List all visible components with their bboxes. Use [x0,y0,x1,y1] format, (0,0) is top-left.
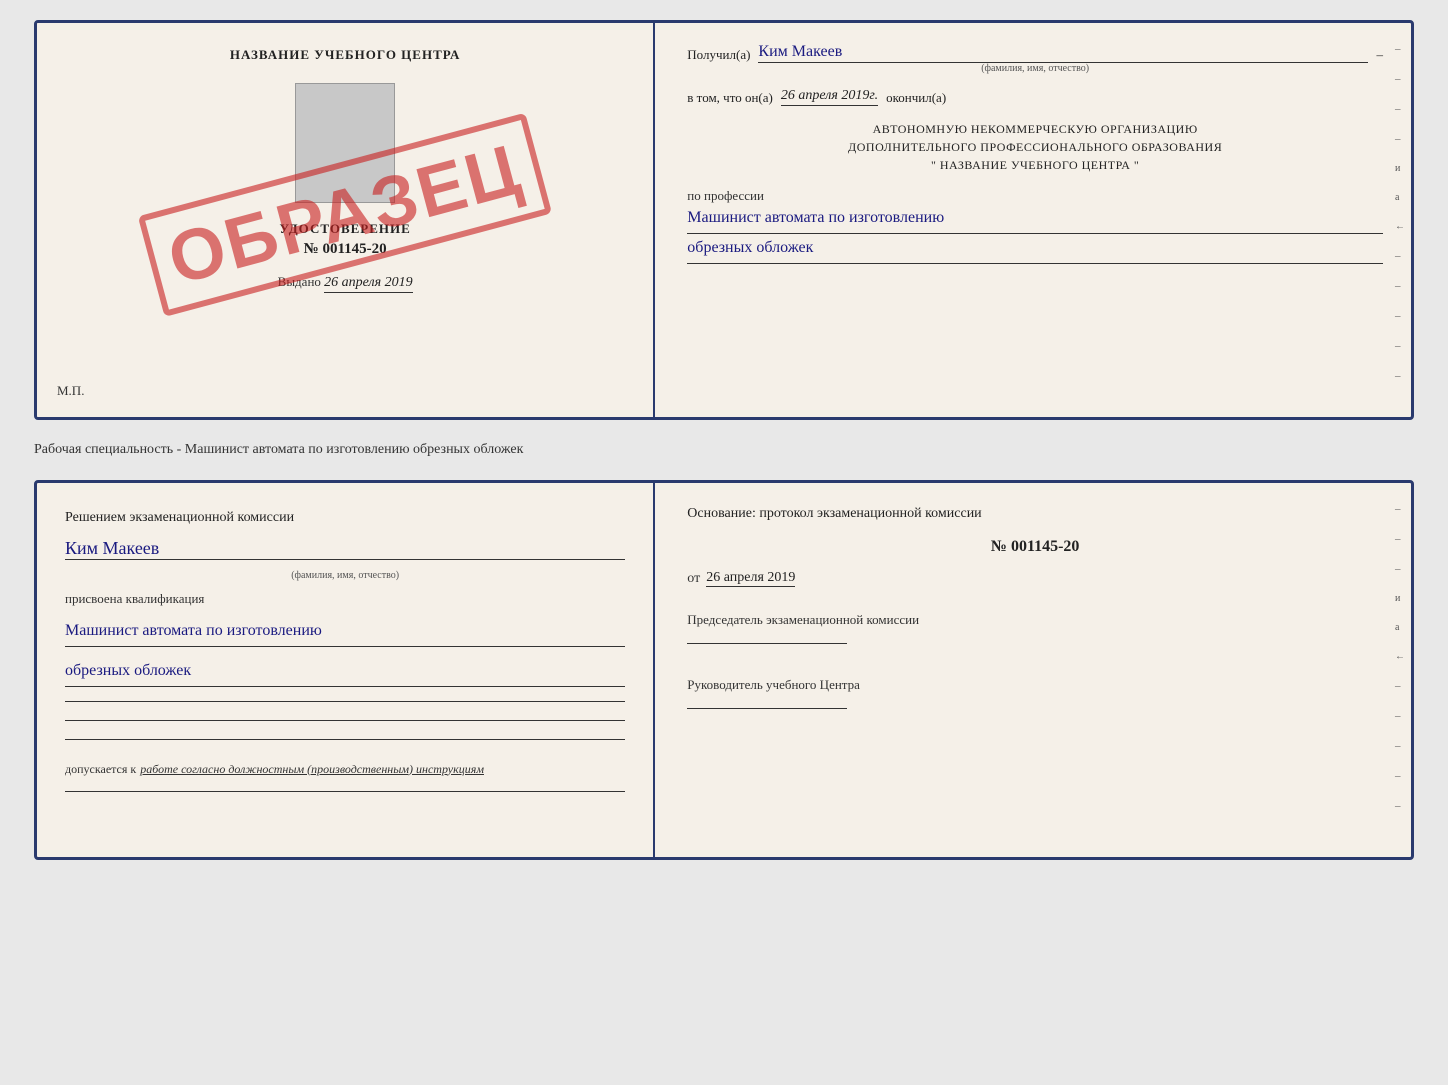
qual-director-sign [687,708,847,709]
qual-prof-line2: обрезных обложек [65,657,625,687]
cert-issued-label: Выдано 26 апреля 2019 [278,274,413,291]
qual-chairman-sign [687,643,847,644]
cert-left-panel: НАЗВАНИЕ УЧЕБНОГО ЦЕНТРА УДОСТОВЕРЕНИЕ №… [37,23,655,417]
qual-chairman-group: Председатель экзаменационной комиссии [687,611,1383,648]
qual-line3 [65,739,625,740]
cert-mp: М.П. [57,383,84,399]
qual-side-dashes: – – – и а ← – – – – – [1389,483,1411,832]
qual-director-label: Руководитель учебного Центра [687,676,1383,694]
qual-date-row: от 26 апреля 2019 [687,570,1383,587]
cert-issued-date: 26 апреля 2019 [324,275,412,293]
cert-school-title: НАЗВАНИЕ УЧЕБНОГО ЦЕНТРА [230,47,461,63]
qual-perm-line [65,791,625,792]
qual-protocol-number: № 001145-20 [687,538,1383,556]
documents-container: НАЗВАНИЕ УЧЕБНОГО ЦЕНТРА УДОСТОВЕРЕНИЕ №… [34,20,1414,860]
qual-line1 [65,701,625,702]
qual-permission-text: допускается к [65,762,136,777]
cert-date-row: в том, что он(а) 26 апреля 2019г. окончи… [687,88,1383,106]
qual-assigned-label: присвоена квалификация [65,591,625,607]
cert-right-panel: Получил(а) Ким Макеев – (фамилия, имя, о… [655,23,1411,417]
cert-side-dashes: – – – – и а ← – – – – – [1389,23,1411,402]
cert-profession-label: по профессии [687,188,1383,204]
qual-name-subtext: (фамилия, имя, отчество) [65,570,625,581]
cert-photo [295,83,395,203]
cert-received-group: Получил(а) Ким Макеев – (фамилия, имя, о… [687,43,1383,74]
cert-date-value: 26 апреля 2019г. [781,88,878,106]
qual-basis-label: Основание: протокол экзаменационной коми… [687,503,1383,524]
qual-right-panel: Основание: протокол экзаменационной коми… [655,483,1411,857]
qual-permission-italic: работе согласно должностным (производств… [140,762,484,777]
qual-left-panel: Решением экзаменационной комиссии Ким Ма… [37,483,655,857]
qual-permission-row: допускается к работе согласно должностны… [65,762,625,777]
cert-number: № 001145-20 [304,241,387,258]
cert-dash: – [1376,47,1383,63]
qual-director-group: Руководитель учебного Центра [687,676,1383,713]
cert-profession-group: по профессии Машинист автомата по изгото… [687,188,1383,264]
cert-org-text: АВТОНОМНУЮ НЕКОММЕРЧЕСКУЮ ОРГАНИЗАЦИЮ ДО… [687,120,1383,174]
qualification-document: Решением экзаменационной комиссии Ким Ма… [34,480,1414,860]
cert-received-label: Получил(а) [687,47,750,63]
qual-decision-label: Решением экзаменационной комиссии [65,507,625,528]
qual-date-prefix: от [687,571,700,587]
cert-finished-label: окончил(а) [886,90,946,106]
certificate-document: НАЗВАНИЕ УЧЕБНОГО ЦЕНТРА УДОСТОВЕРЕНИЕ №… [34,20,1414,420]
qual-date-value: 26 апреля 2019 [706,570,795,587]
cert-received-subtext: (фамилия, имя, отчество) [687,63,1383,74]
qual-name: Ким Макеев [65,538,625,560]
qual-prof-line1: Машинист автомата по изготовлению [65,617,625,647]
qual-line2 [65,720,625,721]
cert-date-label: в том, что он(а) [687,90,773,106]
qual-chairman-label: Председатель экзаменационной комиссии [687,611,1383,629]
cert-received-name: Ким Макеев [758,43,1368,63]
cert-profession-line1: Машинист автомата по изготовлению [687,204,1383,234]
cert-udost-label: УДОСТОВЕРЕНИЕ [280,221,411,237]
cert-profession-line2: обрезных обложек [687,234,1383,264]
separator-text: Рабочая специальность - Машинист автомат… [34,436,1414,464]
